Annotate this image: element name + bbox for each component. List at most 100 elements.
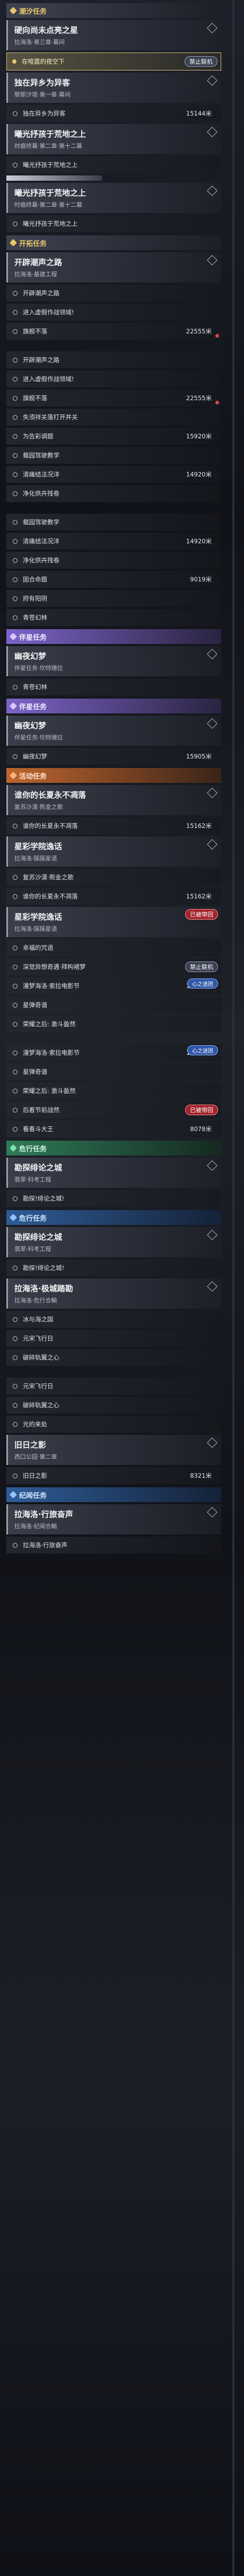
quest-chapter: 拉海洛·蹊蹊星语 [14, 855, 57, 862]
objective-row[interactable]: 青苍幻林 [6, 609, 221, 626]
objective-row[interactable]: 元宋飞行日 [6, 1378, 221, 1395]
quest-header[interactable]: 曦光抒孩于荒地之上 时痕终幕·第二章·第十二幕 [6, 124, 221, 154]
objective-row[interactable]: 府有阳阴 [6, 590, 221, 607]
objective-row[interactable]: 荣耀之后: 激斗盈然 [6, 1016, 221, 1033]
objective-circle-icon [13, 894, 18, 899]
objective-circle-icon [13, 1317, 18, 1322]
objective-row[interactable]: 净化供卉残卷 [6, 485, 221, 502]
objective-row[interactable]: 光的来处 [6, 1416, 221, 1433]
quest-header[interactable]: 开辟潮声之路 拉海洛·基建工程 [6, 252, 221, 283]
objective-row[interactable]: 载园驾驶教学 [6, 514, 221, 531]
quest-header[interactable]: 谁你的长夏永不凋落 复苏沙漠·熊金之歌 [6, 785, 221, 815]
objective-text: 冰与海之国 [23, 1316, 54, 1323]
objective-text: 独在异乡为异客 [23, 110, 66, 117]
quest-header[interactable]: 拉海洛·行旅奋声 拉海洛·纪闻合輸 [6, 1504, 221, 1534]
objective-row[interactable]: 清痛结法况洋 14920米 [6, 466, 221, 483]
objective-row[interactable]: 星弹奇谐 [6, 1063, 221, 1080]
category-header[interactable]: 纪闻任务 [6, 1487, 221, 1502]
category-header[interactable]: 开拓任务 [6, 235, 221, 250]
quest-header[interactable]: 硬向尚未点亮之星 拉海洛·第三章·幕间 [6, 20, 221, 50]
category-header[interactable]: 伴星任务 [6, 699, 221, 713]
objective-row[interactable]: 旗舰不落 22555米 [6, 390, 221, 407]
quest-chapter: 拉海洛·危行合輸 [14, 1297, 57, 1304]
objective-row[interactable]: 拉海洛·行旅奋声 [6, 1537, 221, 1554]
objective-row[interactable]: 谁你的长夏永不凋落 15162米 [6, 817, 221, 834]
objective-row[interactable]: 青苍幻林 [6, 678, 221, 695]
objective-row[interactable]: 旗舰不落 22555米 [6, 323, 221, 340]
objective-text: 曦光抒孩于荒地之上 [23, 220, 78, 227]
objective-row[interactable]: 谁你的长夏永不凋落 15162米 [6, 888, 221, 905]
objective-text: 漫梦海洛·索拉电影节 [23, 982, 80, 990]
objective-row[interactable]: 净化供卉残卷 [6, 552, 221, 569]
objective-row[interactable]: 元宋飞行日 [6, 1330, 221, 1347]
objective-row[interactable]: 清痛结法况洋 14920米 [6, 533, 221, 550]
quest-chapter: 伴星任务·坎特珊拉 [14, 665, 63, 672]
objective-circle-icon [13, 1265, 18, 1271]
objective-row[interactable]: 荣耀之后: 激斗盈然 [6, 1082, 221, 1099]
objective-row[interactable]: 深觉异想奇遇·拜构裙梦 禁止联机 [6, 958, 221, 975]
category-label: 危行任务 [19, 1145, 47, 1153]
objective-row[interactable]: 看着斗大王 8078米 [6, 1121, 221, 1137]
objective-circle-icon [13, 1050, 18, 1055]
quest-header[interactable]: 勘探绯论之城 翡翠·科考工程 [6, 1158, 221, 1188]
objective-row[interactable]: 固合命题 9019米 [6, 571, 221, 588]
category-header[interactable]: 潮汐任务 [6, 3, 221, 18]
objective-row[interactable]: 破碎轨翼之心 [6, 1349, 221, 1366]
quest-chapter: 拉海洛·基建工程 [14, 271, 57, 278]
category-header[interactable]: 伴星任务 [6, 629, 221, 644]
quest-title: 星彩学院逸话 [14, 842, 63, 851]
quest-title: 曦光抒孩于荒地之上 [14, 188, 86, 198]
objective-row[interactable]: 破碎轨翼之心 [6, 1397, 221, 1414]
quest-title: 幽夜幻梦 [14, 721, 47, 730]
objective-text: 开辟潮声之路 [23, 289, 59, 297]
quest-chapter: 黎那汐塔·第一章·幕间 [14, 91, 71, 98]
objective-row[interactable]: 为告彩调题 15920米 [6, 428, 221, 445]
objective-text: 星弹奇谐 [23, 1001, 47, 1009]
objective-circle-icon [13, 1383, 18, 1389]
objective-circle-icon [13, 111, 18, 116]
quest-header[interactable]: 星彩学院逸话 拉海洛·蹊蹊星语 已被带回 [6, 907, 221, 937]
objective-row[interactable]: 幽夜幻梦 15905米 [6, 748, 221, 765]
objective-row[interactable]: 漫梦海洛·索拉电影节16695米心之迷团 [6, 1044, 221, 1061]
objective-row[interactable]: 后着节前战然 已被带回 [6, 1101, 221, 1118]
quest-header[interactable]: 星彩学院逸话 拉海洛·蹊蹊星语 [6, 836, 221, 867]
objective-row[interactable]: 进入虚假作战领域! [6, 370, 221, 387]
category-header[interactable]: 危行任务 [6, 1141, 221, 1155]
quest-header[interactable]: 幽夜幻梦 伴星任务·坎特珊拉 [6, 716, 221, 746]
objective-row[interactable]: 冰与海之国 [6, 1311, 221, 1328]
objective-row[interactable]: 独在异乡为异客 15144米 [6, 105, 221, 122]
lock-badge: 禁止联机 [185, 56, 217, 67]
objective-row[interactable]: 漫梦海洛·索拉电影节16695米心之迷团 [6, 977, 221, 994]
quest-header[interactable]: 旧日之影 西口公园·第二章 [6, 1435, 221, 1465]
objective-row[interactable]: 星弹奇谐 [6, 996, 221, 1013]
objective-row[interactable]: 曦光抒孩于荒地之上 [6, 215, 221, 232]
objective-badge: 禁止联机 [185, 961, 218, 972]
objective-row[interactable]: 开辟潮声之路 [6, 351, 221, 368]
objective-row[interactable]: 失须祥关落打开并关 [6, 409, 221, 426]
quest-title: 勘探绯论之城 [14, 1163, 63, 1172]
objective-row[interactable]: 载园驾驶教学 [6, 447, 221, 464]
category-header[interactable]: 危行任务 [6, 1210, 221, 1225]
quest-header[interactable]: 独在异乡为异客 黎那汐塔·第一章·幕间 [6, 73, 221, 103]
category-header[interactable]: 活动任务 [6, 768, 221, 783]
objective-row[interactable]: 勘探!绯论之城! [6, 1259, 221, 1276]
objective-circle-icon [13, 1002, 18, 1008]
objective-text: 进入虚假作战领域! [23, 375, 74, 383]
quest-header[interactable]: 曦光抒孩于荒地之上 时痕终幕·第二章·第十二幕 [6, 183, 221, 213]
current-objective[interactable]: 在喧嚣的夜空下 禁止联机 [6, 52, 221, 70]
objective-row[interactable]: 开辟潮声之路 [6, 285, 221, 302]
objective-circle-icon [13, 1355, 18, 1360]
quest-header[interactable]: 勘探绯论之城 翡翠·科考工程 [6, 1227, 221, 1257]
objective-row[interactable]: 幸福的咒语 [6, 939, 221, 956]
objective-row[interactable]: 复苏沙漠·熊金之歌 [6, 869, 221, 886]
objective-circle-icon [13, 221, 18, 226]
quest-header[interactable]: 幽夜幻梦 伴星任务·坎特珊拉 [6, 646, 221, 676]
quest-header[interactable]: 拉海洛·极城踏勘 拉海洛·危行合輸 [6, 1278, 221, 1309]
objective-row[interactable]: 曦光抒孩于荒地之上 [6, 156, 221, 173]
objective-distance: 22555米 [186, 328, 212, 335]
objective-circle-icon [13, 453, 18, 458]
objective-row[interactable]: 旧日之影 8321米 [6, 1467, 221, 1484]
objective-row[interactable]: 勘探!绯论之城! [6, 1190, 221, 1207]
objective-row[interactable]: 进入虚假作战领域! [6, 304, 221, 321]
